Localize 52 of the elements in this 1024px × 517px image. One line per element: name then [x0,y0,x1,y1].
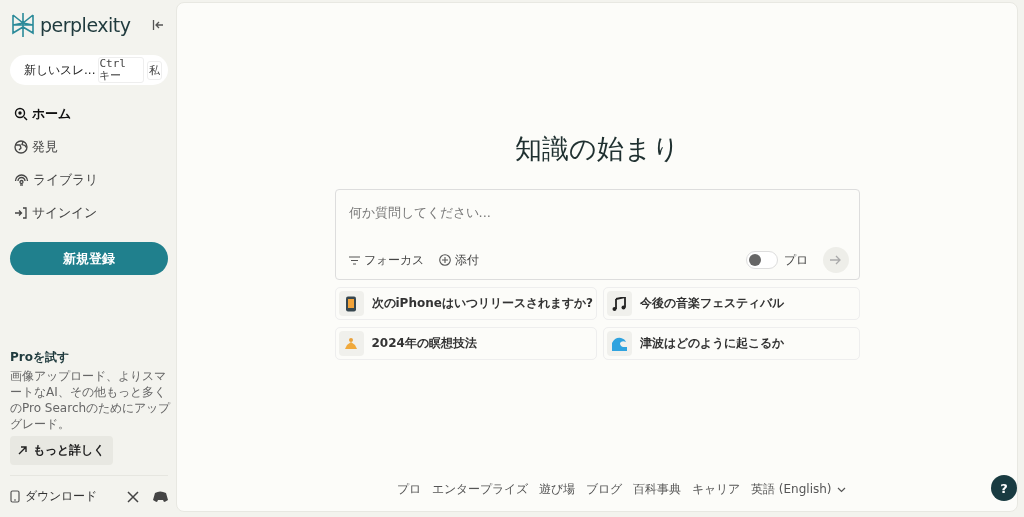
footer-link[interactable]: 遊び場 [539,481,575,498]
nav-item[interactable]: 発見 [14,138,168,156]
suggestion-card[interactable]: 今後の音楽フェスティバル [602,287,860,320]
pro-toggle[interactable] [745,251,778,269]
signup-button[interactable]: 新規登録 [10,242,168,275]
learn-more-button[interactable]: もっと詳しく [10,436,113,465]
sign-in-icon [14,206,28,220]
footer-link[interactable]: 百科事典 [633,481,681,498]
suggestion-text: 今後の音楽フェスティバル [639,295,784,312]
focus-button[interactable]: フォーカス [348,251,424,269]
new-thread-label: 新しいスレ... [24,61,96,79]
shortcut-key: 私 [147,60,162,80]
suggestion-card[interactable]: 津波はどのように起こるか [602,327,860,360]
phone-icon [345,295,357,312]
x-icon[interactable] [127,490,139,503]
shortcut-key: Ctrl キー [98,57,144,83]
pro-label: プロ [783,251,808,269]
question-field[interactable]: 何か質問してください... フォーカス 添付 プロ [334,189,860,280]
meditation-icon [344,336,358,351]
footer-link[interactable]: エンタープライズ [432,481,528,498]
pro-description: 画像アップロード、よりスマートなAI、その他もっと多くのPro Searchのためにアップグレード。 [10,368,172,432]
nav-item[interactable]: ライブラリ [14,171,168,189]
page-heading: 知識の始まり [514,132,680,166]
help-button[interactable]: ? [991,475,1017,501]
library-icon [14,173,29,187]
globe-icon [14,140,28,154]
footer-link[interactable]: ブログ [586,481,622,498]
arrow-icon [18,446,27,455]
footer-link[interactable]: 英語 (English) [751,481,832,498]
suggestion-text: 津波はどのように起こるか [639,335,784,352]
logo-icon [10,11,36,39]
suggestion-card[interactable]: 2024年の瞑想技法 [334,327,597,360]
chevron-down-icon[interactable] [836,486,846,493]
collapse-icon[interactable] [152,19,164,31]
phone-icon [10,490,20,503]
logo-text: perplexity [40,14,131,36]
suggestion-text: 2024年の瞑想技法 [371,335,477,352]
arrow-icon [830,255,841,265]
search-icon [14,107,28,121]
music-note-icon [612,296,627,311]
suggestion-card[interactable]: 次のiPhoneはいつリリースされますか? [334,287,597,320]
wave-icon [611,336,628,351]
footer-link[interactable]: キャリア [692,481,740,498]
nav-item[interactable]: サインイン [14,204,168,222]
nav-item[interactable]: ホーム [14,105,168,123]
suggestion-text: 次のiPhoneはいつリリースされますか? [371,295,593,312]
filter-icon [348,255,360,265]
download-link[interactable]: ダウンロード [10,488,97,505]
pro-title: Proを試す [10,349,70,366]
plus-icon [438,254,451,266]
footer-link[interactable]: プロ [397,481,421,498]
attach-button[interactable]: 添付 [438,251,479,269]
